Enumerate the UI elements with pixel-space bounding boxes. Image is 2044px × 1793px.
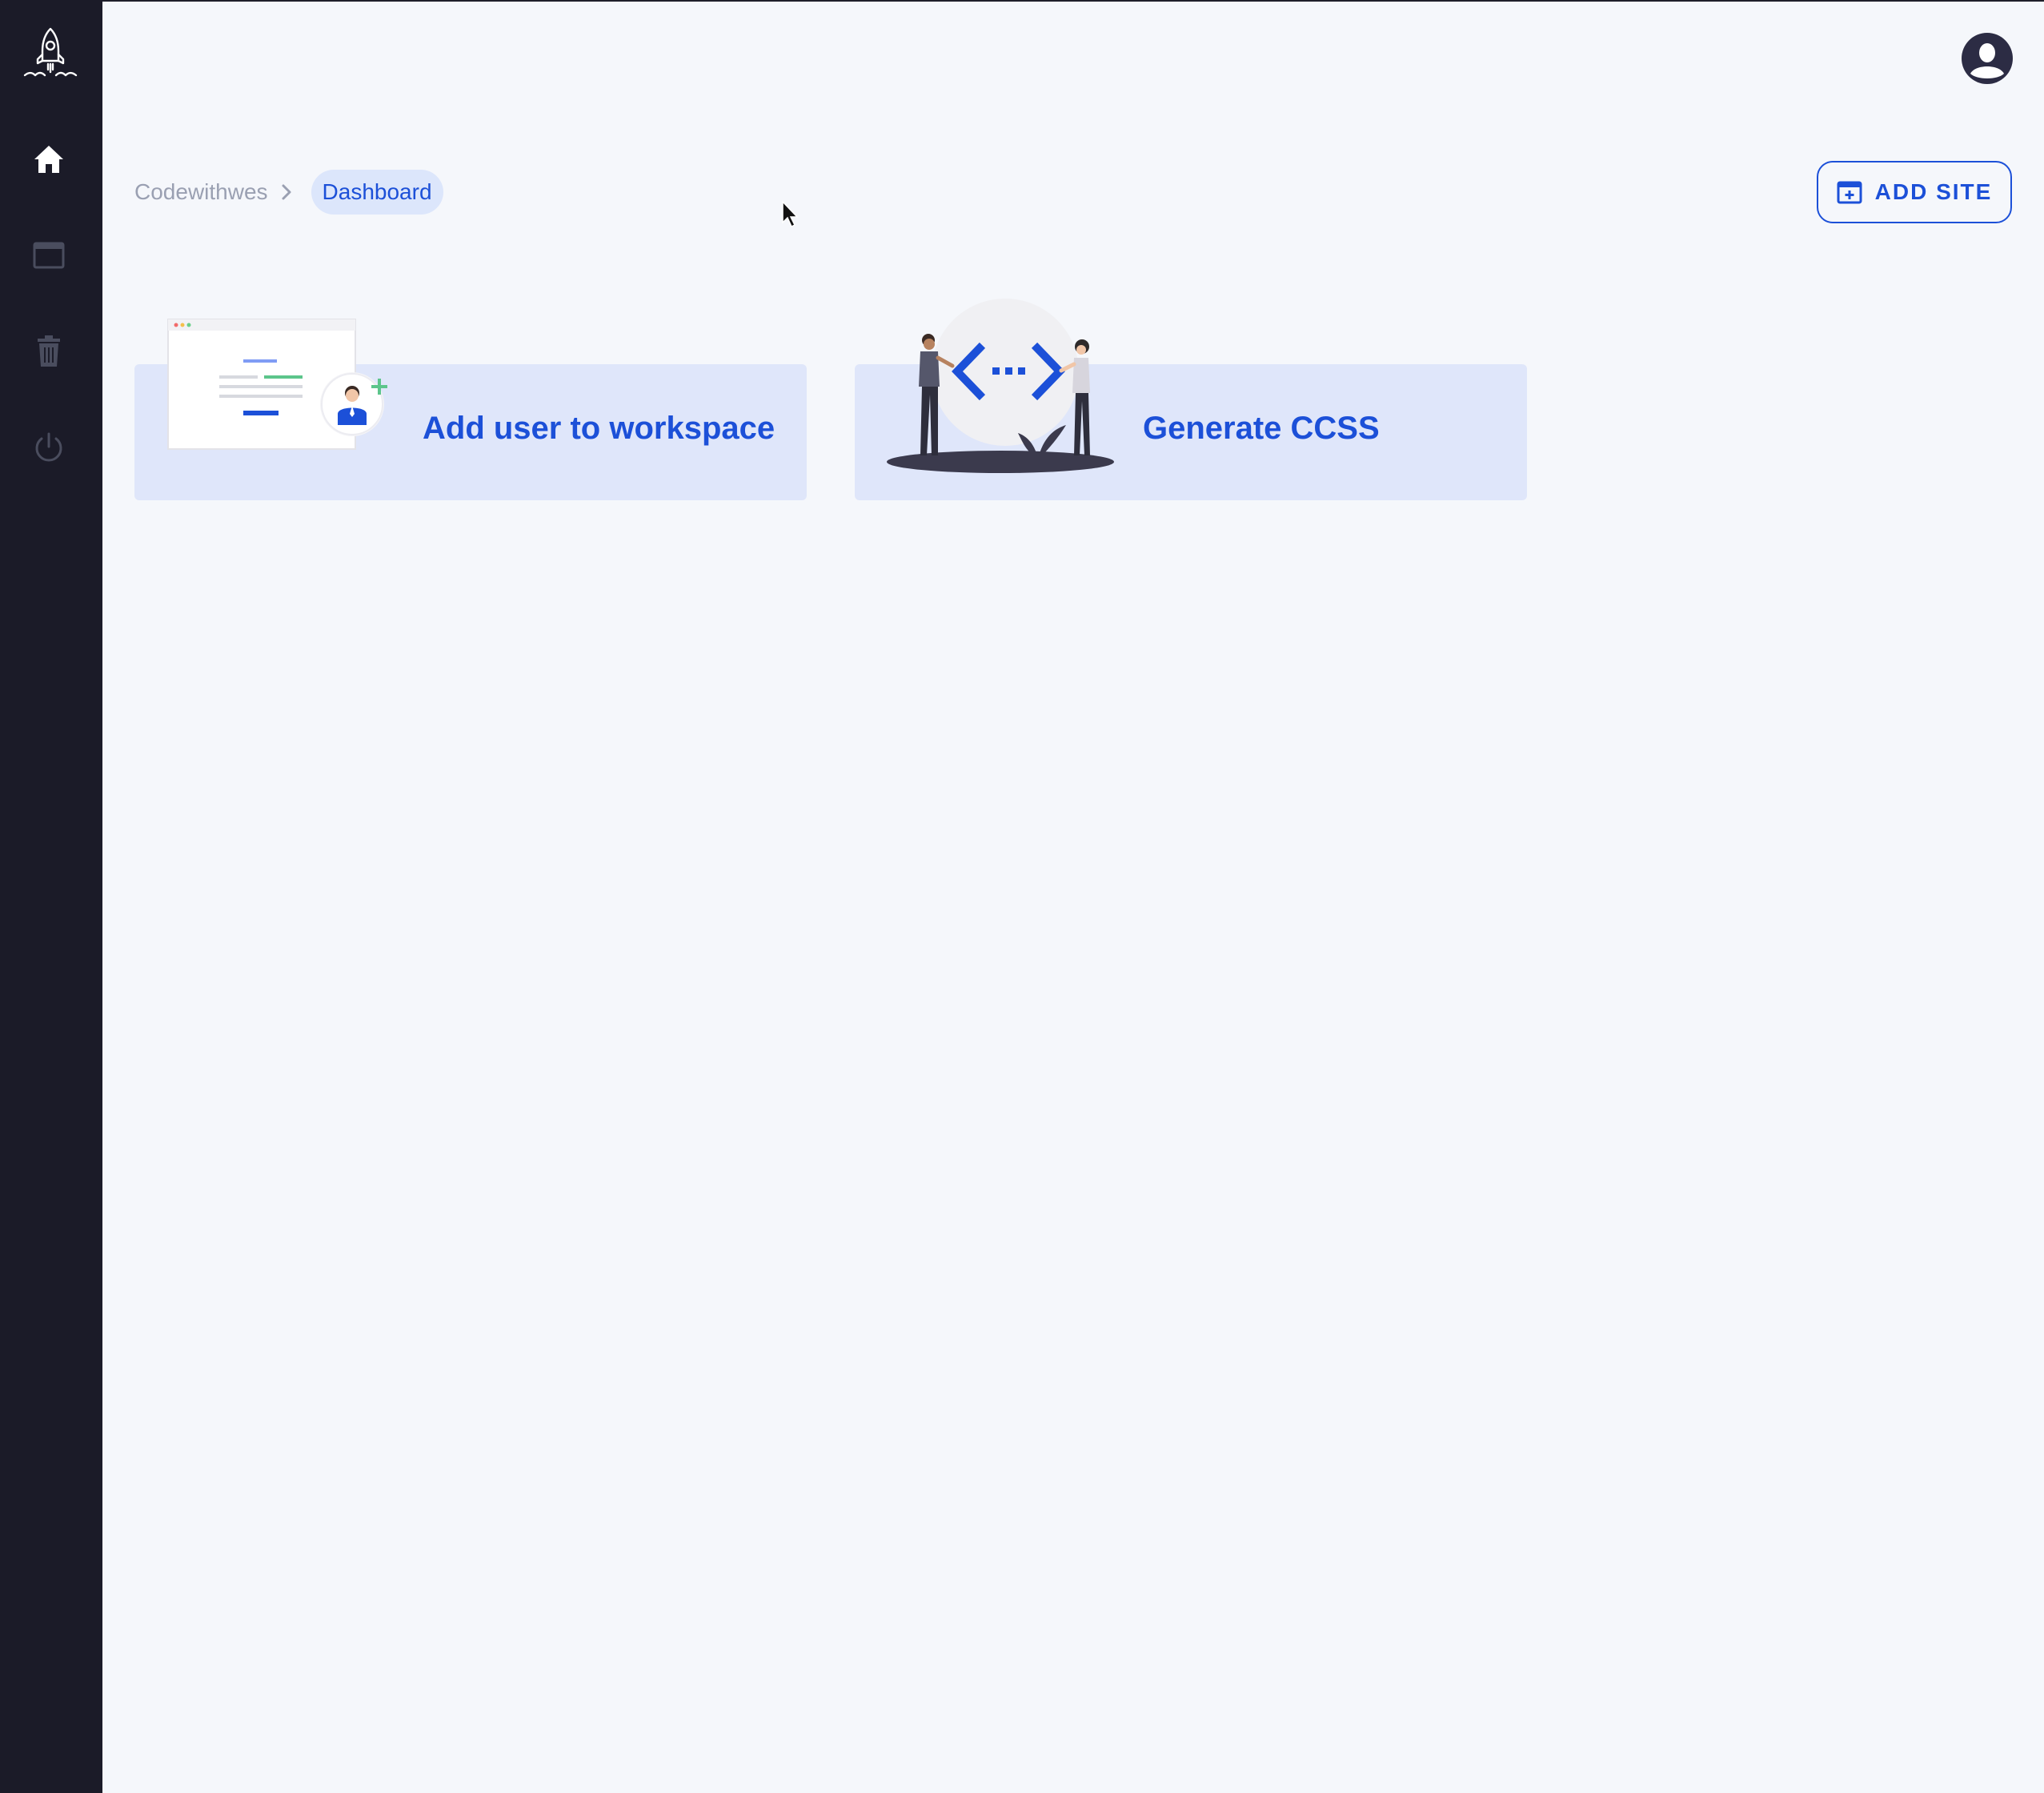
sidebar [0, 0, 102, 1793]
card-generate-ccss[interactable]: Generate CCSS [855, 299, 1527, 500]
sidebar-item-home[interactable] [21, 131, 77, 187]
rocket-icon[interactable] [22, 26, 78, 82]
power-icon [35, 432, 62, 462]
card-generate-ccss-title: Generate CCSS [1143, 411, 1380, 446]
breadcrumb: Codewithwes Dashboard [134, 170, 443, 215]
mouse-cursor-icon [782, 200, 799, 228]
trash-icon [38, 335, 60, 367]
add-window-icon [1837, 181, 1862, 204]
card-add-user[interactable]: Add user to workspace [134, 319, 807, 500]
window-top-border [0, 0, 2044, 2]
user-avatar-icon[interactable] [1961, 32, 2014, 85]
sidebar-item-trash[interactable] [21, 323, 77, 379]
chevron-right-icon [281, 184, 297, 200]
home-icon [34, 146, 63, 173]
breadcrumb-root-link[interactable]: Codewithwes [134, 179, 268, 205]
sidebar-item-sites[interactable] [21, 227, 77, 283]
add-site-label: ADD SITE [1874, 179, 1993, 204]
sidebar-item-logout[interactable] [21, 419, 77, 475]
breadcrumb-current[interactable]: Dashboard [311, 170, 443, 215]
add-site-button[interactable]: ADD SITE [1817, 161, 2012, 223]
code-collaboration-illustration [887, 299, 1114, 473]
card-add-user-title: Add user to workspace [423, 411, 776, 446]
window-icon [33, 242, 65, 269]
add-user-illustration [167, 319, 387, 450]
